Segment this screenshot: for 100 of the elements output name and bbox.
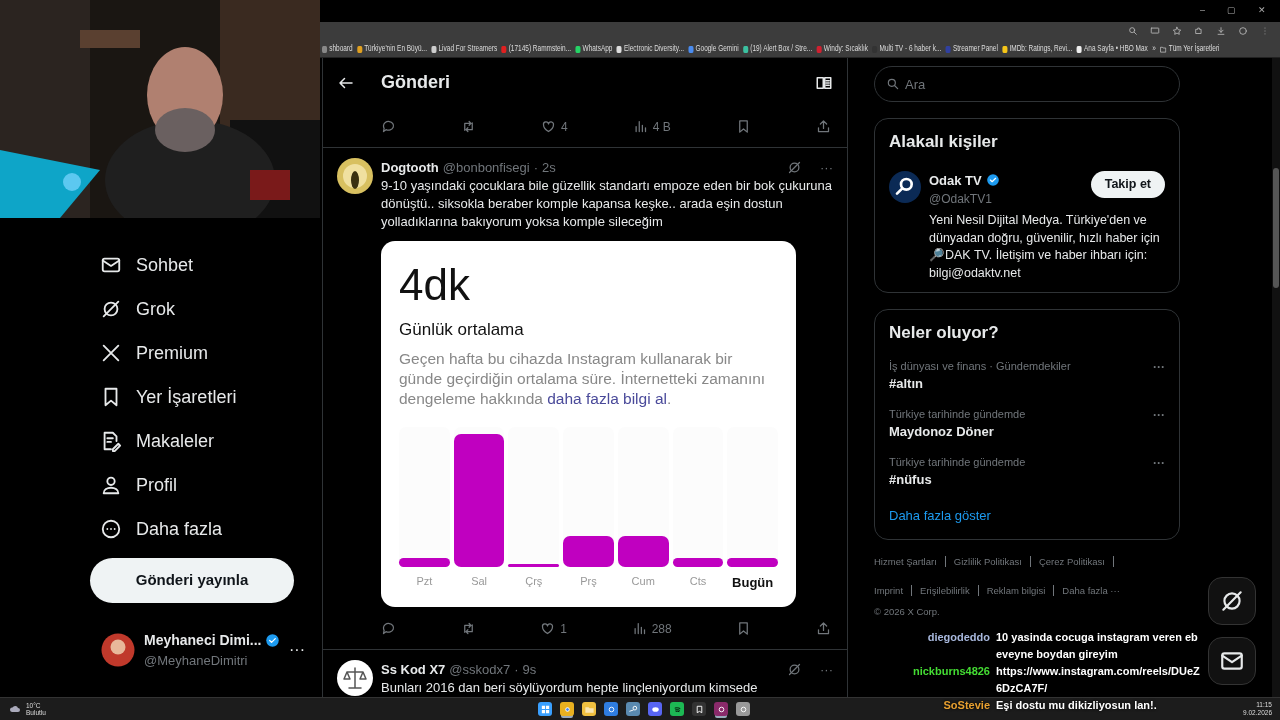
separator-dot: ·	[514, 660, 519, 679]
author-handle: @sskodx7	[449, 660, 511, 679]
nav-item[interactable]: Makaleler	[90, 419, 322, 463]
grok-icon[interactable]	[787, 661, 802, 677]
chat-username: diegodeddo	[926, 630, 990, 645]
share-icon[interactable]	[815, 119, 831, 135]
more-button[interactable]: ···	[1153, 453, 1165, 490]
day-label: Pzt	[415, 573, 434, 589]
footer-link[interactable]: Hizmet Şartları	[874, 556, 946, 567]
more-button[interactable]: ···	[289, 638, 305, 663]
post-time[interactable]: 9s	[522, 659, 537, 679]
star-icon[interactable]	[1172, 26, 1182, 36]
separator-dot: ·	[533, 158, 539, 177]
cast-icon[interactable]	[1150, 26, 1160, 36]
post-time[interactable]: 2s	[542, 157, 556, 178]
bookmark-link[interactable]: WhatsApp	[575, 42, 613, 56]
zoom-icon[interactable]	[1128, 26, 1138, 36]
usage-description: Geçen hafta bu cihazda Instagram kullanarak bir günde geçirdiğin ortalama süre. İnternetteki zamanını dengeleme hakkında daha fazla bilgi al.	[399, 348, 767, 409]
day-label: Sal	[470, 573, 489, 589]
day-label: Cum	[630, 573, 656, 589]
app-icon[interactable]	[604, 702, 619, 716]
messages-button[interactable]	[1208, 637, 1256, 685]
profile-handle: @OdakTV1	[929, 191, 993, 208]
nav-item[interactable]: Premium	[90, 331, 322, 375]
reply-icon[interactable]	[381, 119, 396, 135]
bar-chart-icon[interactable]	[631, 621, 647, 637]
more-button[interactable]: ···	[1153, 357, 1165, 394]
bar-chart-icon[interactable]	[632, 119, 648, 135]
scrollbar-thumb[interactable]	[1273, 168, 1279, 288]
nav-item[interactable]: Sohbet	[90, 243, 322, 287]
app-icon[interactable]	[714, 702, 729, 716]
x-logo-icon	[100, 342, 122, 364]
footer-link[interactable]: Daha fazla ···	[1062, 585, 1128, 596]
action-count: 1	[560, 620, 567, 638]
nav-item[interactable]: Grok	[90, 287, 322, 331]
follow-button[interactable]: Takip et	[1090, 170, 1165, 198]
bookmark-link[interactable]: shboard	[322, 42, 353, 56]
copyright-text: © 2026 X Corp.	[874, 605, 940, 619]
music-app-icon[interactable]	[670, 702, 685, 716]
bookmarks-overflow-button[interactable]: »	[1152, 42, 1156, 56]
chat-app-icon[interactable]	[648, 702, 663, 716]
maximize-button[interactable]: ▢	[1227, 4, 1236, 18]
grok-icon[interactable]	[787, 159, 802, 175]
footer-link[interactable]: Çerez Politikası	[1038, 556, 1114, 567]
account-name: Meyhaneci Dimi...	[144, 631, 262, 650]
trend-name[interactable]: Maydonoz Döner	[889, 422, 1026, 442]
action-count: 288	[651, 620, 672, 638]
bookmark-title: WhatsApp	[582, 42, 613, 56]
day-label: Prş	[579, 573, 598, 589]
day-label: Cts	[688, 573, 708, 589]
start-icon[interactable]	[538, 702, 553, 716]
trend-name[interactable]: #altın	[889, 374, 1071, 394]
footer-link[interactable]: Erişilebilirlik	[920, 585, 979, 596]
profile-bio: Yeni Nesil Dijital Medya. Türkiye'den ve dünyadan doğru, güvenilir, hızlı haber için 🔎DAK TV. İletişim ve haber ihbarı için: bilgi@odaktv.net	[929, 212, 1161, 282]
grok-button[interactable]	[1208, 577, 1256, 625]
footer-link[interactable]: Reklam bilgisi	[986, 585, 1055, 596]
chat-username: nickburns4826	[911, 664, 990, 679]
author-name: Dogtooth	[381, 158, 439, 177]
more-button[interactable]: ···	[820, 157, 833, 178]
folder-icon[interactable]	[582, 702, 597, 716]
nav-item[interactable]: Yer İşaretleri	[90, 375, 322, 419]
avatar	[100, 632, 136, 669]
nav-item[interactable]: Profil	[90, 463, 322, 507]
profile-name: Odak TV	[929, 171, 982, 190]
close-button[interactable]: ✕	[1258, 4, 1266, 18]
post-text: 9-10 yaşındaki çocuklara bile güzellik standartı empoze eden bir bok çukuruna dönüştü.. siksokla beraber komple kapansa keşke.. arada eşin dostun yolladıklarına bakıyorum yoksa komple sileceğim	[381, 177, 833, 232]
author-handle: @bonbonfisegi	[442, 158, 530, 177]
trend-context: Türkiye tarihinde gündemde	[889, 406, 1026, 422]
footer-link[interactable]: Gizlilik Politikası	[953, 556, 1031, 567]
search-field[interactable]: Ara	[874, 66, 1180, 102]
trend-context: İş dünyası ve finans · Gündemdekiler	[889, 358, 1071, 374]
heart-icon[interactable]	[540, 621, 556, 637]
share-icon[interactable]	[816, 621, 831, 637]
post-button[interactable]: Gönderi yayınla	[90, 558, 294, 603]
chat-username: SoStevie	[942, 698, 990, 713]
magnifier-icon	[889, 170, 921, 203]
app-icon[interactable]	[736, 702, 751, 716]
show-more-link[interactable]: Daha fazla göster	[889, 505, 1165, 525]
download-icon[interactable]	[1216, 26, 1226, 36]
chat-message: https://www.instagram.com/reels/DUeZ6DzCA7F/	[996, 664, 1201, 696]
learn-more-link[interactable]: daha fazla bilgi al	[547, 389, 667, 407]
more-button[interactable]: ···	[820, 659, 833, 679]
minimize-button[interactable]: –	[1200, 4, 1205, 18]
footer-link[interactable]: Imprint	[874, 585, 913, 596]
browser-icon[interactable]	[560, 702, 575, 716]
action-count: 4	[561, 118, 568, 136]
card-title: Alakalı kişiler	[889, 131, 999, 153]
cloud-icon	[8, 703, 22, 715]
trend-name[interactable]: #nüfus	[889, 470, 1026, 490]
heart-icon[interactable]	[541, 119, 557, 135]
trend-context: Türkiye tarihinde gündemde	[889, 454, 1026, 470]
person-icon	[100, 474, 122, 496]
account-handle: @MeyhaneDimitri	[144, 652, 249, 670]
reply-icon[interactable]	[381, 621, 396, 637]
grok-icon	[100, 298, 122, 320]
bookmark-title: shboard	[329, 42, 353, 56]
nav-item[interactable]: Daha fazla	[90, 507, 322, 551]
all-bookmarks-button[interactable]: Tüm Yer İşaretleri	[1160, 42, 1220, 56]
more-button[interactable]: ···	[1153, 405, 1165, 442]
profile-icon[interactable]	[1238, 26, 1248, 36]
